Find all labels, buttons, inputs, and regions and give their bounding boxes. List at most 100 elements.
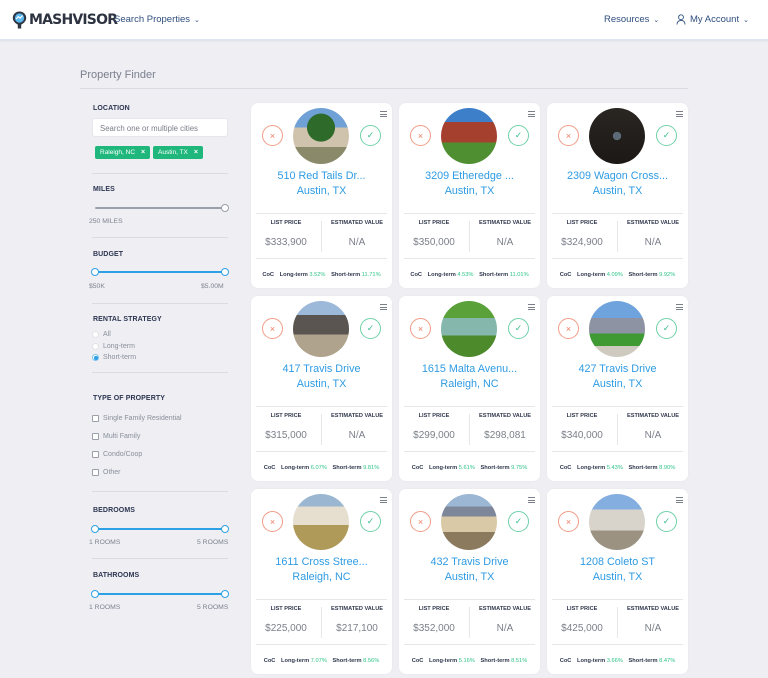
reject-button[interactable]: ×: [410, 125, 431, 146]
budget-max-handle[interactable]: [221, 268, 229, 276]
radio-short-term[interactable]: Short-term: [92, 354, 136, 361]
top-navigation-bar: MASHVISOR Search Properties ⌄ Resources …: [0, 0, 768, 40]
estimated-value: N/A: [348, 237, 366, 248]
accept-button[interactable]: ✓: [508, 125, 529, 146]
house-photo-driveway[interactable]: [589, 301, 645, 357]
checkbox-single-family[interactable]: Single Family Residential: [92, 415, 182, 422]
accept-button[interactable]: ✓: [656, 318, 677, 339]
property-card[interactable]: × ✓ 1611 Cross Stree... Raleigh, NC LIST…: [251, 489, 392, 674]
remove-chip-icon[interactable]: ×: [141, 149, 145, 156]
property-card[interactable]: × ✓ 417 Travis Drive Austin, TX LIST PRI…: [251, 296, 392, 481]
reject-button[interactable]: ×: [410, 511, 431, 532]
bathrooms-slider-track[interactable]: [95, 593, 225, 595]
house-photo-twostory[interactable]: [441, 494, 497, 550]
coc-short-term-value: 11.01%: [509, 272, 529, 278]
property-address-link[interactable]: 2309 Wagon Cross... Austin, TX: [547, 169, 688, 199]
reject-button[interactable]: ×: [410, 318, 431, 339]
menu-icon[interactable]: [380, 304, 387, 310]
menu-icon[interactable]: [676, 111, 683, 117]
checkbox[interactable]: [92, 451, 99, 458]
property-address-link[interactable]: 427 Travis Drive Austin, TX: [547, 362, 688, 392]
property-card[interactable]: × ✓ 1615 Malta Avenu... Raleigh, NC LIST…: [399, 296, 540, 481]
checkbox-multi-family[interactable]: Multi Family: [92, 433, 140, 440]
reject-button[interactable]: ×: [262, 318, 283, 339]
radio-long-term[interactable]: Long-term: [92, 343, 135, 350]
checkbox-label: Condo/Coop: [103, 451, 143, 458]
property-card[interactable]: × ✓ 432 Travis Drive Austin, TX LIST PRI…: [399, 489, 540, 674]
property-address-link[interactable]: 1611 Cross Stree... Raleigh, NC: [251, 555, 392, 585]
reject-button[interactable]: ×: [262, 125, 283, 146]
bedrooms-max-value: 5 ROOMS: [197, 539, 229, 546]
checkbox-other[interactable]: Other: [92, 469, 121, 476]
miles-slider-track[interactable]: [95, 207, 225, 209]
accept-button[interactable]: ✓: [508, 511, 529, 532]
remove-chip-icon[interactable]: ×: [194, 149, 198, 156]
property-address-link[interactable]: 432 Travis Drive Austin, TX: [399, 555, 540, 585]
property-address: 427 Travis Drive: [578, 363, 657, 375]
accept-button[interactable]: ✓: [656, 511, 677, 532]
radio-all[interactable]: All: [92, 331, 111, 338]
property-card[interactable]: × ✓ 510 Red Tails Dr... Austin, TX LIST …: [251, 103, 392, 288]
accept-button[interactable]: ✓: [360, 511, 381, 532]
bedrooms-max-handle[interactable]: [221, 525, 229, 533]
property-address-link[interactable]: 1208 Coleto ST Austin, TX: [547, 555, 688, 585]
house-photo-white[interactable]: [589, 494, 645, 550]
placeholder-photo-dark[interactable]: [589, 108, 645, 164]
accept-button[interactable]: ✓: [656, 125, 677, 146]
house-photo-tree[interactable]: [293, 108, 349, 164]
checkbox-condo[interactable]: Condo/Coop: [92, 451, 142, 458]
property-address-link[interactable]: 1615 Malta Avenu... Raleigh, NC: [399, 362, 540, 392]
bathrooms-max-handle[interactable]: [221, 590, 229, 598]
property-address-link[interactable]: 3209 Etheredge ... Austin, TX: [399, 169, 540, 199]
property-address-link[interactable]: 417 Travis Drive Austin, TX: [251, 362, 392, 392]
radio-button[interactable]: [92, 331, 99, 338]
check-icon: ✓: [366, 516, 375, 526]
menu-icon[interactable]: [380, 111, 387, 117]
bathrooms-min-handle[interactable]: [91, 590, 99, 598]
property-card[interactable]: × ✓ 1208 Coleto ST Austin, TX LIST PRICE…: [547, 489, 688, 674]
city-search-input[interactable]: Search one or multiple cities: [92, 118, 228, 137]
checkbox[interactable]: [92, 415, 99, 422]
property-card[interactable]: × ✓ 2309 Wagon Cross... Austin, TX LIST …: [547, 103, 688, 288]
check-icon: ✓: [366, 323, 375, 333]
menu-icon[interactable]: [676, 497, 683, 503]
house-photo-green[interactable]: [441, 301, 497, 357]
reject-button[interactable]: ×: [558, 318, 579, 339]
nav-search-properties[interactable]: Search Properties ⌄: [114, 14, 200, 25]
checkbox[interactable]: [92, 433, 99, 440]
menu-icon[interactable]: [676, 304, 683, 310]
check-icon: ✓: [662, 516, 671, 526]
long-term-label: Long-term: [429, 658, 458, 664]
menu-icon[interactable]: [380, 497, 387, 503]
property-address: 432 Travis Drive: [430, 556, 509, 568]
estimated-value-label: ESTIMATED VALUE: [626, 220, 679, 226]
bedrooms-slider-track[interactable]: [95, 528, 225, 530]
accept-button[interactable]: ✓: [360, 125, 381, 146]
house-photo-cottage[interactable]: [293, 494, 349, 550]
checkbox[interactable]: [92, 469, 99, 476]
accept-button[interactable]: ✓: [508, 318, 529, 339]
nav-my-account[interactable]: My Account ⌄: [676, 14, 749, 25]
property-address-link[interactable]: 510 Red Tails Dr... Austin, TX: [251, 169, 392, 199]
long-term-label: Long-term: [577, 272, 606, 278]
house-photo-brick[interactable]: [441, 108, 497, 164]
menu-icon[interactable]: [528, 304, 535, 310]
radio-button-selected[interactable]: [92, 354, 99, 361]
house-photo-construction[interactable]: [293, 301, 349, 357]
property-card[interactable]: × ✓ 3209 Etheredge ... Austin, TX LIST P…: [399, 103, 540, 288]
menu-icon[interactable]: [528, 111, 535, 117]
budget-slider-track[interactable]: [95, 271, 225, 273]
radio-button[interactable]: [92, 343, 99, 350]
nav-resources[interactable]: Resources ⌄: [604, 14, 659, 25]
budget-min-handle[interactable]: [91, 268, 99, 276]
reject-button[interactable]: ×: [262, 511, 283, 532]
accept-button[interactable]: ✓: [360, 318, 381, 339]
property-card[interactable]: × ✓ 427 Travis Drive Austin, TX LIST PRI…: [547, 296, 688, 481]
brand-logo[interactable]: MASHVISOR: [12, 11, 118, 29]
reject-button[interactable]: ×: [558, 125, 579, 146]
short-term-label: Short-term: [331, 272, 361, 278]
menu-icon[interactable]: [528, 497, 535, 503]
bedrooms-min-handle[interactable]: [91, 525, 99, 533]
miles-slider-handle[interactable]: [221, 204, 229, 212]
reject-button[interactable]: ×: [558, 511, 579, 532]
